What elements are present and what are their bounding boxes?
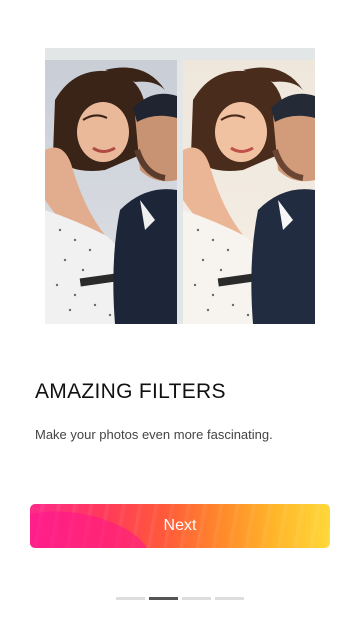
onboarding-subtitle: Make your photos even more fascinating. — [35, 427, 273, 442]
couple-photo-original — [45, 60, 177, 324]
next-button[interactable]: Next — [30, 504, 330, 548]
page-indicator — [116, 597, 244, 600]
couple-photo-filtered — [183, 60, 315, 324]
page-indicator-dot-3[interactable] — [182, 597, 211, 600]
page-indicator-dot-4[interactable] — [215, 597, 244, 600]
original-photo — [45, 60, 177, 324]
filter-preview — [45, 48, 315, 324]
next-button-label: Next — [163, 517, 197, 534]
onboarding-title: AMAZING FILTERS — [35, 380, 226, 403]
filtered-photo — [183, 60, 315, 324]
button-wave-decoration — [30, 504, 155, 548]
page-indicator-dot-1[interactable] — [116, 597, 145, 600]
page-indicator-dot-2[interactable] — [149, 597, 178, 600]
